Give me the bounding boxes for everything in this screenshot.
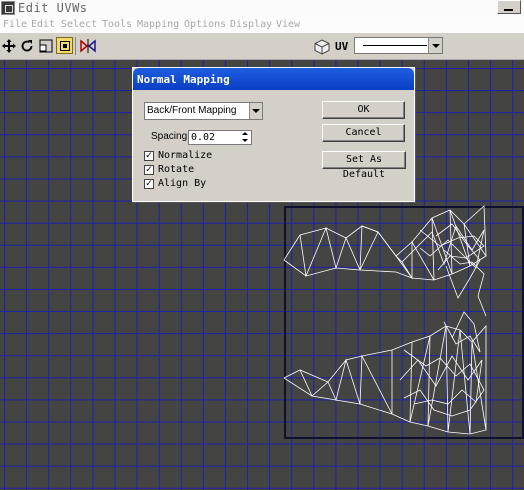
texture-selected-value [363,45,427,46]
menu-view[interactable]: View [276,19,300,30]
window-title: Edit UVWs [18,1,88,15]
toolbar: UV [0,33,524,60]
normalize-checkbox[interactable]: ✓ [144,151,154,161]
chevron-down-icon[interactable] [428,38,442,53]
title-bar: Edit UVWs [0,0,524,18]
minimize-button[interactable] [497,0,521,14]
ok-button[interactable]: OK [322,101,405,119]
menu-tools[interactable]: Tools [102,19,132,30]
map-channel-icon [314,39,330,55]
uvw-window-icon [1,1,15,15]
spacing-label: Spacing: [151,131,190,142]
normalize-label: Normalize [158,150,213,161]
mapping-type-value: Back/Front Mapping [147,105,237,116]
spacing-spinner[interactable] [240,130,250,145]
rotate-checkbox[interactable]: ✓ [144,165,154,175]
rotate-icon[interactable] [18,37,35,54]
normal-mapping-dialog: Normal Mapping Back/Front Mapping Spacin… [132,67,415,202]
menu-select[interactable]: Select [61,19,97,30]
menu-options[interactable]: Options [184,19,226,30]
menu-bar: File Edit Select Tools Mapping Options D… [0,18,524,33]
dialog-title-bar[interactable]: Normal Mapping [133,68,414,90]
mapping-type-dropdown[interactable]: Back/Front Mapping [144,102,263,120]
rotate-label: Rotate [158,164,195,175]
align-by-label: Align By [158,178,207,189]
menu-mapping[interactable]: Mapping [137,19,179,30]
mirror-icon[interactable] [79,37,96,54]
align-by-checkbox[interactable]: ✓ [144,179,154,189]
map-channel-label: UV [335,40,349,53]
scale-icon[interactable] [37,37,54,54]
cancel-button[interactable]: Cancel [322,124,405,142]
set-as-default-button[interactable]: Set As Default [322,151,406,180]
spacing-value: 0.02 [191,132,216,143]
menu-file[interactable]: File [3,19,27,30]
chevron-down-icon[interactable] [249,103,262,119]
texture-dropdown[interactable] [354,37,443,54]
spin-down-icon[interactable] [242,139,248,142]
freeform-icon[interactable] [56,37,73,54]
spin-up-icon[interactable] [242,132,248,135]
dialog-title: Normal Mapping [137,73,230,86]
move-icon[interactable] [0,37,17,54]
toolbar-divider [75,37,76,55]
menu-edit[interactable]: Edit [31,19,55,30]
menu-display[interactable]: Display [230,19,272,30]
